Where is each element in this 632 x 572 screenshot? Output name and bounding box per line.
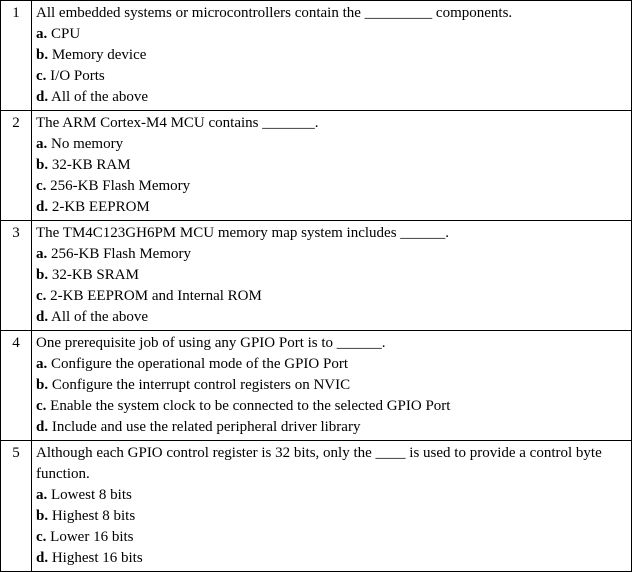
option-a: a. CPU (36, 24, 627, 45)
question-row: 5 Although each GPIO control register is… (1, 441, 632, 572)
option-letter: a. (36, 487, 47, 503)
option-c: c. Lower 16 bits (36, 527, 627, 548)
question-number: 1 (1, 1, 32, 111)
question-stem: The ARM Cortex-M4 MCU contains _______. (36, 113, 627, 134)
option-b: b. Configure the interrupt control regis… (36, 375, 627, 396)
option-letter: b. (36, 157, 48, 173)
option-text: 32-KB SRAM (52, 267, 139, 283)
option-c: c. I/O Ports (36, 66, 627, 87)
option-c: c. 256-KB Flash Memory (36, 176, 627, 197)
option-b: b. 32-KB RAM (36, 155, 627, 176)
question-stem: Although each GPIO control register is 3… (36, 443, 627, 485)
option-letter: c. (36, 288, 46, 304)
option-text: Lower 16 bits (50, 529, 133, 545)
option-text: Memory device (52, 47, 147, 63)
option-text: CPU (51, 26, 80, 42)
question-row: 3 The TM4C123GH6PM MCU memory map system… (1, 221, 632, 331)
option-text: No memory (51, 136, 123, 152)
option-letter: c. (36, 529, 46, 545)
question-number: 2 (1, 111, 32, 221)
option-d: d. All of the above (36, 307, 627, 328)
question-stem: The TM4C123GH6PM MCU memory map system i… (36, 223, 627, 244)
question-cell: The TM4C123GH6PM MCU memory map system i… (32, 221, 632, 331)
option-letter: b. (36, 267, 48, 283)
option-text: Include and use the related peripheral d… (52, 419, 361, 435)
option-d: d. All of the above (36, 87, 627, 108)
question-stem: All embedded systems or microcontrollers… (36, 3, 627, 24)
option-b: b. 32-KB SRAM (36, 265, 627, 286)
option-text: 256-KB Flash Memory (50, 178, 190, 194)
option-letter: c. (36, 68, 46, 84)
option-letter: c. (36, 178, 46, 194)
question-stem: One prerequisite job of using any GPIO P… (36, 333, 627, 354)
option-letter: b. (36, 508, 48, 524)
quiz-table: 1 All embedded systems or microcontrolle… (0, 0, 632, 572)
option-text: All of the above (51, 309, 148, 325)
question-cell: The ARM Cortex-M4 MCU contains _______. … (32, 111, 632, 221)
option-text: 32-KB RAM (52, 157, 131, 173)
option-letter: a. (36, 246, 47, 262)
option-text: Highest 8 bits (52, 508, 135, 524)
option-text: All of the above (51, 89, 148, 105)
question-row: 1 All embedded systems or microcontrolle… (1, 1, 632, 111)
option-letter: d. (36, 89, 48, 105)
option-letter: c. (36, 398, 46, 414)
option-text: Configure the operational mode of the GP… (51, 356, 348, 372)
question-cell: All embedded systems or microcontrollers… (32, 1, 632, 111)
option-a: a. 256-KB Flash Memory (36, 244, 627, 265)
option-d: d. Include and use the related periphera… (36, 417, 627, 438)
option-letter: b. (36, 377, 48, 393)
option-text: Enable the system clock to be connected … (50, 398, 450, 414)
question-cell: Although each GPIO control register is 3… (32, 441, 632, 572)
option-text: Lowest 8 bits (51, 487, 132, 503)
option-letter: a. (36, 136, 47, 152)
option-d: d. 2-KB EEPROM (36, 197, 627, 218)
option-text: 256-KB Flash Memory (51, 246, 191, 262)
option-c: c. Enable the system clock to be connect… (36, 396, 627, 417)
option-b: b. Highest 8 bits (36, 506, 627, 527)
option-a: a. Lowest 8 bits (36, 485, 627, 506)
option-a: a. Configure the operational mode of the… (36, 354, 627, 375)
question-number: 4 (1, 331, 32, 441)
option-letter: a. (36, 356, 47, 372)
option-d: d. Highest 16 bits (36, 548, 627, 569)
option-letter: d. (36, 419, 48, 435)
option-letter: b. (36, 47, 48, 63)
option-b: b. Memory device (36, 45, 627, 66)
option-c: c. 2-KB EEPROM and Internal ROM (36, 286, 627, 307)
option-letter: d. (36, 199, 48, 215)
question-row: 2 The ARM Cortex-M4 MCU contains _______… (1, 111, 632, 221)
option-text: I/O Ports (50, 68, 105, 84)
option-text: 2-KB EEPROM and Internal ROM (50, 288, 262, 304)
option-text: Configure the interrupt control register… (52, 377, 350, 393)
option-a: a. No memory (36, 134, 627, 155)
question-number: 3 (1, 221, 32, 331)
option-text: 2-KB EEPROM (52, 199, 150, 215)
question-number: 5 (1, 441, 32, 572)
option-letter: a. (36, 26, 47, 42)
question-cell: One prerequisite job of using any GPIO P… (32, 331, 632, 441)
option-letter: d. (36, 309, 48, 325)
option-text: Highest 16 bits (52, 550, 143, 566)
question-row: 4 One prerequisite job of using any GPIO… (1, 331, 632, 441)
option-letter: d. (36, 550, 48, 566)
